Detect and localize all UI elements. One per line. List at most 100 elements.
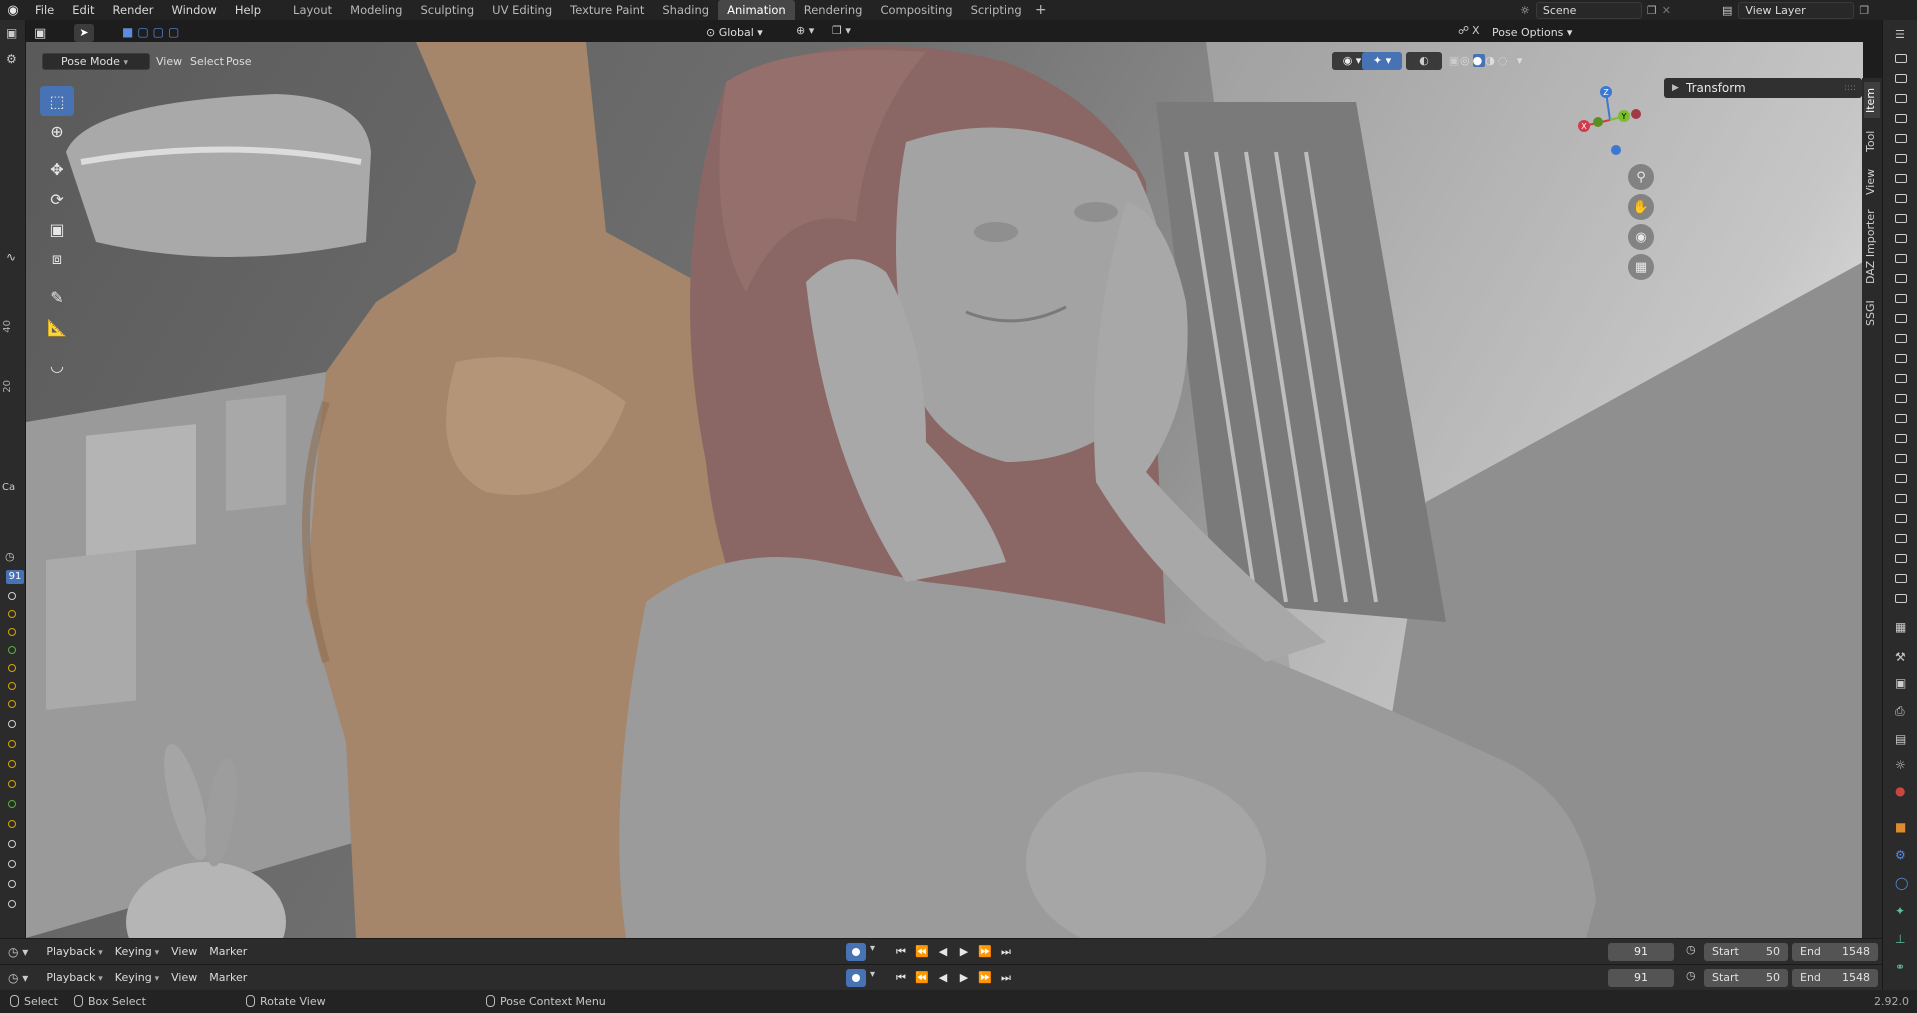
zoom-view-icon[interactable]: ⚲ [1628, 164, 1654, 190]
armature-properties-icon[interactable]: ✦ [1895, 904, 1905, 918]
end-frame-field[interactable]: End 1548 [1792, 943, 1878, 961]
tab-ssgi[interactable]: SSGI [1864, 296, 1880, 330]
preview-range-icon[interactable]: ◷ [1686, 969, 1696, 982]
keyframe-dot[interactable] [8, 610, 16, 618]
tab-daz-importer[interactable]: DAZ Importer [1864, 206, 1880, 288]
pose-menu[interactable]: Pose [226, 53, 251, 70]
render-toggle-icon[interactable] [1895, 574, 1907, 583]
preview-range-icon[interactable]: ◷ [1686, 943, 1696, 956]
graph-icon-left[interactable]: ∿ [6, 250, 16, 264]
tab-view[interactable]: View [1864, 164, 1880, 200]
pose-options-button[interactable]: Pose Options ▾ [1492, 24, 1572, 42]
current-frame-field[interactable]: 91 [1608, 943, 1674, 961]
play-reverse-icon[interactable]: ◀ [934, 943, 952, 961]
keyframe-dot[interactable] [8, 682, 16, 690]
physics-properties-icon[interactable]: ◯ [1895, 876, 1908, 890]
scene-name-field[interactable]: Scene [1535, 1, 1642, 19]
render-toggle-icon[interactable] [1895, 474, 1907, 483]
shading-mode-icons[interactable]: ◎●◑◌ ▾ [1460, 52, 1525, 70]
pan-view-icon[interactable]: ✋ [1628, 194, 1654, 220]
mode-select[interactable]: Pose Mode ▾ [42, 53, 150, 70]
tab-item[interactable]: Item [1864, 82, 1880, 118]
prev-keyframe-icon[interactable]: ⏪ [913, 943, 931, 961]
clock-icon-left[interactable]: ◷ [5, 550, 15, 563]
gizmo-toggle-icon[interactable]: ✦ ▾ [1362, 52, 1402, 70]
measure-tool-icon[interactable]: 📐 [40, 312, 74, 342]
menu-render[interactable]: Render [104, 0, 163, 20]
tab-compositing[interactable]: Compositing [871, 0, 961, 20]
ortho-toggle-icon[interactable]: ▦ [1628, 254, 1654, 280]
render-toggle-icon[interactable] [1895, 434, 1907, 443]
keyframe-dot[interactable] [8, 700, 16, 708]
jump-end-icon[interactable]: ⏭ [997, 943, 1015, 961]
play-icon[interactable]: ▶ [955, 943, 973, 961]
play-reverse-icon[interactable]: ◀ [934, 969, 952, 987]
render-toggle-icon[interactable] [1895, 94, 1907, 103]
mirror-x-toggle[interactable]: X [1472, 24, 1480, 37]
tab-uv-editing[interactable]: UV Editing [483, 0, 561, 20]
render-toggle-icon[interactable] [1895, 154, 1907, 163]
jump-start-icon[interactable]: ⏮ [892, 969, 910, 987]
rotate-tool-icon[interactable]: ⟳ [40, 184, 74, 214]
render-toggle-icon[interactable] [1895, 494, 1907, 503]
drag-handle-icon[interactable]: :::: [1844, 78, 1856, 98]
blender-logo-icon[interactable]: ◉ [0, 0, 26, 20]
editor-type-icon-left[interactable]: ▣ [6, 26, 17, 40]
render-toggle-icon[interactable] [1895, 554, 1907, 563]
tab-layout[interactable]: Layout [284, 0, 341, 20]
new-view-layer-icon[interactable]: ❐ [1859, 4, 1869, 17]
tab-modeling[interactable]: Modeling [341, 0, 411, 20]
tab-shading[interactable]: Shading [653, 0, 718, 20]
keyframe-dot[interactable] [8, 720, 16, 728]
select-mode-icons[interactable]: ■▢▢▢ [122, 25, 183, 39]
playback-menu[interactable]: Playback [40, 943, 108, 961]
output-properties-icon[interactable]: ⎙ [1895, 704, 1905, 719]
render-toggle-icon[interactable] [1895, 294, 1907, 303]
render-toggle-icon[interactable] [1895, 134, 1907, 143]
snap-icon[interactable]: ❐ ▾ [832, 24, 851, 37]
annotate-tool-icon[interactable]: ✎ [40, 282, 74, 312]
keying-options-icon[interactable]: ▾ [870, 943, 875, 954]
move-tool-icon[interactable]: ✥ [40, 154, 74, 184]
play-icon[interactable]: ▶ [955, 969, 973, 987]
menu-help[interactable]: Help [226, 0, 270, 20]
keyframe-dot[interactable] [8, 800, 16, 808]
render-toggle-icon[interactable] [1895, 334, 1907, 343]
editor-type-icon[interactable]: ▣ [34, 26, 46, 41]
view-layer-properties-icon[interactable]: ▤ [1895, 732, 1906, 746]
overlay-toggle-icon[interactable]: ◐ [1406, 52, 1442, 70]
render-toggle-icon[interactable] [1895, 514, 1907, 523]
properties-toggle-icon[interactable]: ▦ [1895, 620, 1906, 634]
keyframe-dot[interactable] [8, 900, 16, 908]
scale-tool-icon[interactable]: ▣ [40, 214, 74, 244]
menu-file[interactable]: File [26, 0, 63, 20]
orientation-select[interactable]: ⊙ Global ▾ [706, 24, 763, 42]
jump-end-icon[interactable]: ⏭ [997, 969, 1015, 987]
next-keyframe-icon[interactable]: ⏩ [976, 943, 994, 961]
keyframe-dot[interactable] [8, 646, 16, 654]
menu-edit[interactable]: Edit [63, 0, 103, 20]
keying-menu[interactable]: Keying [109, 969, 165, 987]
transform-panel-header[interactable]: ▶ Transform :::: [1664, 78, 1862, 98]
object-properties-icon[interactable]: ■ [1895, 820, 1906, 834]
keyframe-dot[interactable] [8, 628, 16, 636]
transform-tool-icon[interactable]: ⧈ [40, 244, 74, 274]
render-properties-icon[interactable]: ▣ [1895, 676, 1906, 690]
modifier-properties-icon[interactable]: ⚙ [1895, 848, 1906, 862]
start-frame-field[interactable]: Start 50 [1704, 969, 1788, 987]
tab-scripting[interactable]: Scripting [962, 0, 1031, 20]
prev-keyframe-icon[interactable]: ⏪ [913, 969, 931, 987]
keyframe-dot[interactable] [8, 740, 16, 748]
render-toggle-icon[interactable] [1895, 234, 1907, 243]
view-menu-timeline[interactable]: View [165, 943, 203, 961]
render-toggle-icon[interactable] [1895, 454, 1907, 463]
scene-properties-icon[interactable]: ☼ [1895, 758, 1906, 772]
add-workspace-icon[interactable]: + [1031, 0, 1051, 20]
view-layer-name-field[interactable]: View Layer [1738, 1, 1855, 19]
navigation-gizmo[interactable]: Z X Y [1576, 84, 1646, 164]
breakdowner-tool-icon[interactable]: ◡ [40, 350, 74, 380]
render-toggle-icon[interactable] [1895, 394, 1907, 403]
playback-menu[interactable]: Playback [40, 969, 108, 987]
render-toggle-icon[interactable] [1895, 274, 1907, 283]
render-toggle-icon[interactable] [1895, 214, 1907, 223]
